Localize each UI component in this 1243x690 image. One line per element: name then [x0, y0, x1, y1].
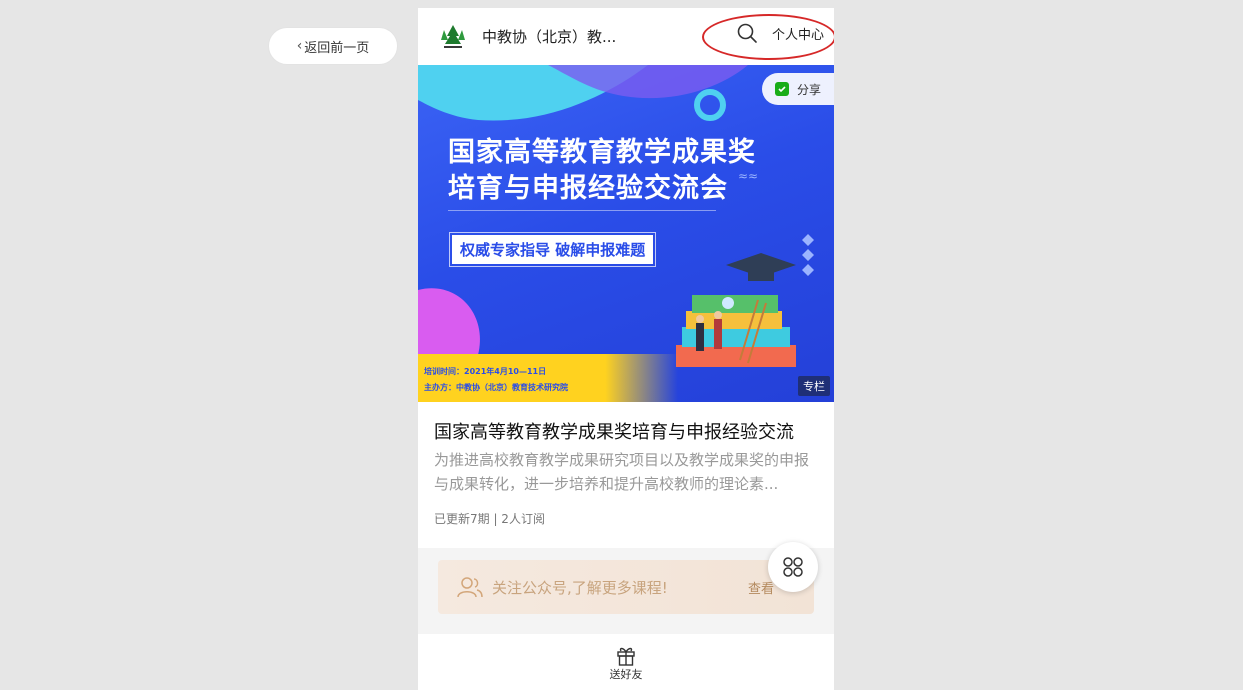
share-label: 分享	[796, 82, 821, 97]
banner-divider	[448, 210, 716, 211]
header: 中教协（北京）教... 个人中心	[418, 8, 834, 65]
search-icon[interactable]	[736, 22, 758, 44]
training-time: 培训时间：2021年4月10—11日	[424, 367, 547, 376]
banner-tagline: 权威专家指导 破解申报难题	[448, 232, 657, 267]
follow-text: 关注公众号,了解更多课程!	[492, 578, 668, 597]
banner-title: 国家高等教育教学成果奖 培育与申报经验交流会	[448, 135, 756, 207]
course-description: 为推进高校教育教学成果研究项目以及教学成果奖的申报与成果转化，进一步培养和提升高…	[434, 451, 810, 493]
course-info: 国家高等教育教学成果奖培育与申报经验交流 为推进高校教育教学成果研究项目以及教学…	[418, 402, 834, 527]
column-badge: 专栏	[798, 376, 830, 396]
header-actions: 个人中心	[736, 22, 824, 44]
profile-link[interactable]: 个人中心	[772, 24, 824, 43]
course-title[interactable]: 国家高等教育教学成果奖培育与申报经验交流	[434, 420, 818, 446]
gift-label: 送好友	[609, 668, 643, 681]
share-button[interactable]: 分享	[762, 73, 834, 105]
mobile-page: 中教协（北京）教... 个人中心 ≈≈ 分享 国家高等教育教学成果奖 培育与申报…	[418, 8, 834, 690]
banner-title-line2: 培育与申报经验交流会	[448, 173, 728, 204]
course-meta: 已更新7期 | 2人订阅	[434, 512, 545, 526]
course-banner[interactable]: ≈≈ 分享 国家高等教育教学成果奖 培育与申报经验交流会 权威专家指导 破解申报…	[418, 65, 834, 402]
logo-tree-icon	[441, 24, 465, 48]
banner-title-line1: 国家高等教育教学成果奖	[448, 137, 756, 168]
chevron-left-icon: ‹	[296, 38, 303, 54]
follow-card[interactable]: 关注公众号,了解更多课程! 查看	[438, 560, 814, 614]
grid-menu-button[interactable]	[768, 542, 818, 592]
wechat-share-icon	[774, 82, 789, 96]
back-button[interactable]: ‹ 返回前一页	[268, 27, 398, 65]
host-organizer: 主办方：中教协（北京）教育技术研究院	[424, 383, 568, 392]
site-name[interactable]: 中教协（北京）教...	[482, 26, 616, 47]
bottom-bar: 送好友	[418, 634, 834, 690]
users-icon	[457, 577, 483, 598]
grid-menu-icon	[783, 557, 803, 577]
gift-icon	[617, 647, 635, 666]
view-link[interactable]: 查看	[748, 578, 774, 597]
gift-friend-button[interactable]: 送好友	[610, 634, 643, 690]
back-button-label: 返回前一页	[304, 40, 370, 56]
banner-footer: 培训时间：2021年4月10—11日 主办方：中教协（北京）教育技术研究院	[418, 354, 678, 402]
banner-background-art: ≈≈	[418, 65, 814, 367]
